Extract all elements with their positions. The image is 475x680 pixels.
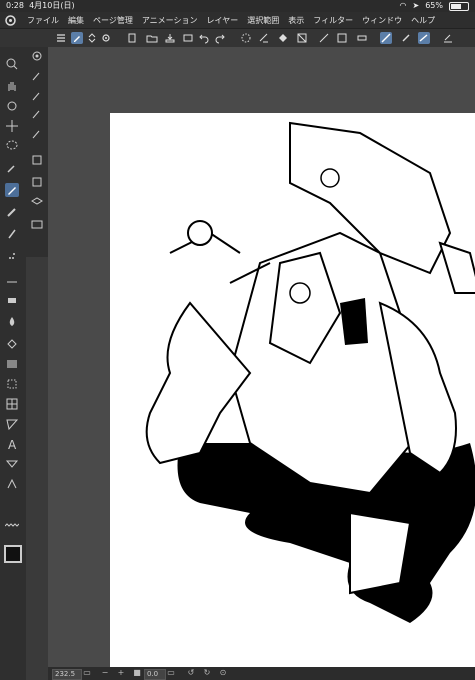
reset-rotation-icon[interactable]: ⊙ — [218, 668, 228, 678]
transform-icon[interactable] — [296, 32, 308, 44]
menu-view[interactable]: 表示 — [288, 15, 304, 26]
dotted-select-icon[interactable] — [240, 32, 252, 44]
pen-icon[interactable] — [5, 183, 19, 197]
frame-icon[interactable] — [5, 397, 19, 411]
menu-page[interactable]: ページ管理 — [93, 15, 133, 26]
menu-animation[interactable]: アニメーション — [142, 15, 198, 26]
angle-field[interactable]: 0.0 — [144, 669, 166, 680]
clear-icon[interactable] — [258, 32, 270, 44]
new-file-icon[interactable] — [126, 32, 138, 44]
hamburger-menu-icon[interactable] — [55, 32, 67, 44]
sub-tool-duplicate-icon[interactable] — [30, 153, 44, 167]
menu-help[interactable]: ヘルプ — [411, 15, 435, 26]
eyedropper-icon[interactable] — [5, 161, 19, 175]
zoom-slider-icon[interactable]: ▭ — [82, 668, 92, 678]
rotate-right-icon[interactable]: ↻ — [202, 668, 212, 678]
deselect-icon[interactable] — [318, 32, 330, 44]
battery-icon — [449, 1, 469, 11]
fit-icon[interactable]: ■ — [132, 668, 142, 678]
ruler-tool-icon[interactable] — [5, 417, 19, 431]
ruler-icon[interactable] — [356, 32, 368, 44]
menu-file[interactable]: ファイル — [27, 15, 59, 26]
pen-pressure-icon[interactable] — [400, 32, 412, 44]
drawing-canvas[interactable] — [110, 113, 475, 671]
status-time: 0:28 — [6, 1, 24, 10]
rotate-slider-icon[interactable]: ▭ — [166, 668, 176, 678]
brush-icon[interactable] — [5, 227, 19, 241]
system-status-bar: 0:28 4月10日(日) ◠ ➤ 65% — [0, 0, 475, 12]
text-icon[interactable]: A — [5, 437, 19, 451]
canvas-workspace[interactable] — [48, 47, 475, 671]
location-icon: ➤ — [412, 1, 420, 10]
menu-bar: ファイル 編集 ページ管理 アニメーション レイヤー 選択範囲 表示 フィルター… — [0, 12, 475, 28]
main-color-swatch[interactable] — [4, 545, 22, 563]
svg-text:A: A — [8, 438, 17, 451]
gear-icon[interactable] — [100, 32, 112, 44]
zoom-in-icon[interactable]: + — [116, 668, 126, 678]
eraser-icon[interactable] — [5, 293, 19, 307]
sub-tool-pen-b-icon[interactable] — [30, 89, 44, 103]
menu-filter[interactable]: フィルター — [313, 15, 353, 26]
menu-window[interactable]: ウィンドウ — [362, 15, 402, 26]
decoration-icon[interactable] — [5, 271, 19, 285]
sub-tool-pen-a-icon[interactable] — [30, 69, 44, 83]
battery-percent: 65% — [425, 1, 443, 10]
sub-tool-camera-icon[interactable] — [30, 217, 44, 231]
rotate-icon[interactable] — [5, 99, 19, 113]
open-folder-icon[interactable] — [146, 32, 158, 44]
airbrush-icon[interactable] — [5, 249, 19, 263]
navigator-bar: 232.5 ▭ − + ■ 0.0 ▭ ↺ ↻ ⊙ — [48, 667, 475, 680]
export-icon[interactable] — [182, 32, 194, 44]
redo-icon[interactable] — [214, 32, 226, 44]
zoom-field[interactable]: 232.5 — [52, 669, 82, 680]
undo-icon[interactable] — [198, 32, 210, 44]
correct-line-icon[interactable] — [5, 477, 19, 491]
stabilizer-icon[interactable] — [418, 32, 430, 44]
hand-icon[interactable] — [5, 79, 19, 93]
lineart-mech-illustration — [145, 121, 475, 623]
tool-palette: A — [0, 47, 26, 680]
figure-icon[interactable] — [5, 377, 19, 391]
chevron-updown-icon[interactable] — [86, 32, 98, 44]
gradient-icon[interactable] — [5, 357, 19, 371]
blend-icon[interactable] — [5, 315, 19, 329]
sub-tool-gear-icon[interactable] — [30, 49, 44, 63]
sub-tool-delete-icon[interactable] — [30, 175, 44, 189]
sub-tool-pen-c-icon[interactable] — [30, 107, 44, 121]
wifi-icon: ◠ — [399, 1, 407, 10]
snap-icon[interactable] — [380, 32, 392, 44]
zoom-out-icon[interactable]: − — [100, 668, 110, 678]
pencil-icon[interactable] — [5, 205, 19, 219]
lasso-icon[interactable] — [5, 139, 19, 153]
clip-studio-logo-icon[interactable] — [2, 12, 18, 28]
rotate-left-icon[interactable]: ↺ — [186, 668, 196, 678]
save-icon[interactable] — [164, 32, 176, 44]
menu-selection[interactable]: 選択範囲 — [247, 15, 279, 26]
command-bar — [0, 28, 475, 48]
status-date: 4月10日(日) — [29, 1, 75, 10]
status-left: 0:28 4月10日(日) — [6, 0, 75, 12]
sub-tool-palette — [26, 47, 48, 257]
invert-selection-icon[interactable] — [336, 32, 348, 44]
fill-icon[interactable] — [277, 32, 289, 44]
zoom-icon[interactable] — [5, 57, 19, 71]
brush-tool-property-icon[interactable] — [71, 32, 83, 44]
sub-tool-marker-icon[interactable] — [30, 127, 44, 141]
pattern-icon[interactable] — [5, 519, 19, 527]
sub-tool-layers-icon[interactable] — [30, 195, 44, 209]
status-right: ◠ ➤ 65% — [400, 0, 469, 12]
fill-bucket-icon[interactable] — [5, 337, 19, 351]
menu-layer[interactable]: レイヤー — [207, 15, 239, 26]
menu-edit[interactable]: 編集 — [68, 15, 84, 26]
balloon-icon[interactable] — [5, 457, 19, 471]
edit-pen-icon[interactable] — [442, 32, 454, 44]
move-icon[interactable] — [5, 119, 19, 133]
